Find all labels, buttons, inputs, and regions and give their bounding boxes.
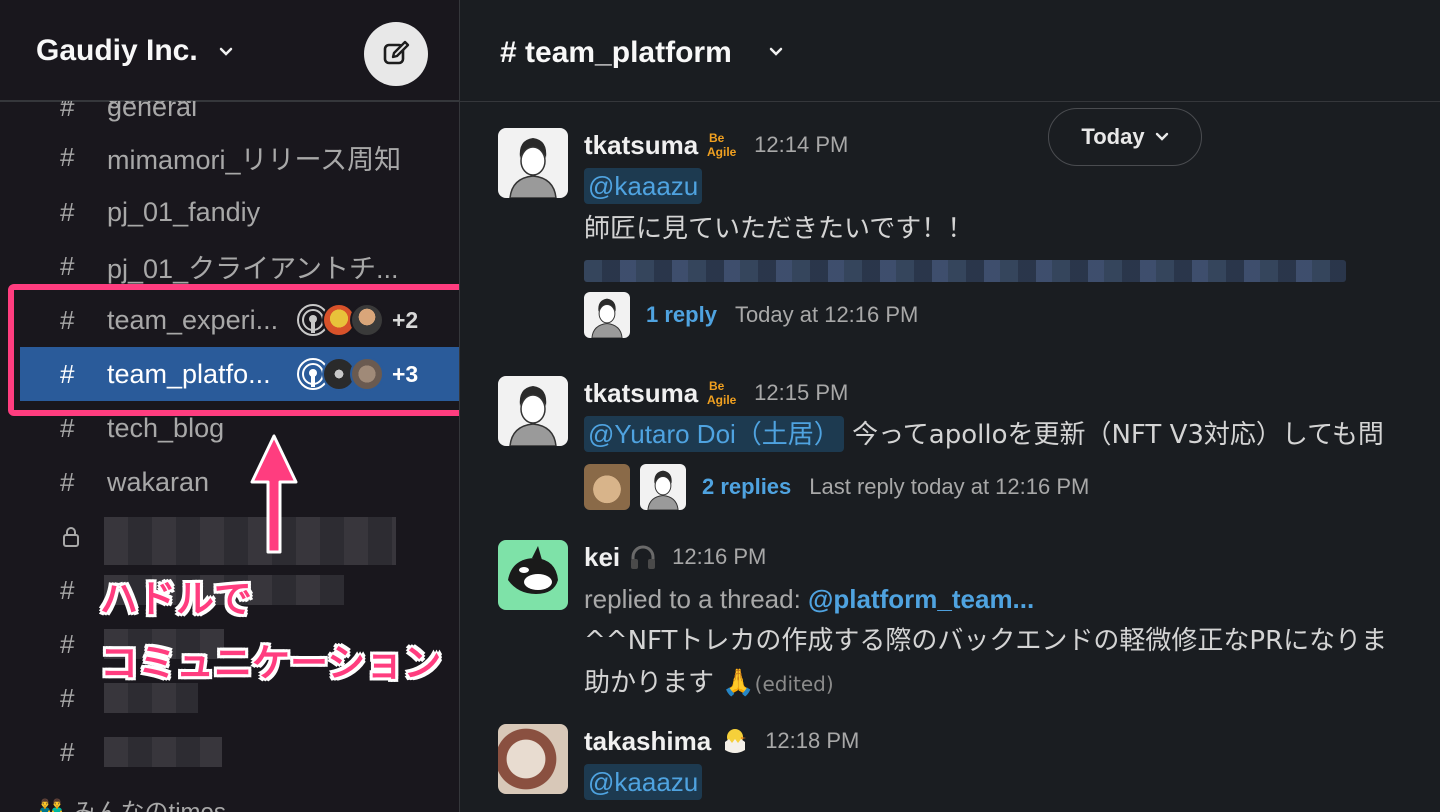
edited-label: (edited) bbox=[754, 672, 834, 696]
hash-icon: # bbox=[60, 101, 74, 110]
message-text: ^^NFTトレカの作成する際のバックエンドの軽微修正なPRになりま bbox=[584, 626, 1388, 656]
section-label: みんなのtimes bbox=[73, 799, 226, 812]
hatching-chick-icon bbox=[719, 726, 751, 756]
sidebar-channel-private-redacted[interactable] bbox=[0, 509, 459, 565]
avatar[interactable] bbox=[498, 376, 568, 446]
sidebar-header-overlay: Gaudiy Inc. bbox=[0, 0, 459, 101]
message-author[interactable]: tkatsuma bbox=[584, 130, 698, 161]
channel-label: wakaran bbox=[107, 466, 210, 497]
message: kei 12:16 PM replied to a thread: @platf… bbox=[498, 540, 1440, 710]
user-illustration-icon bbox=[509, 138, 557, 198]
message-author[interactable]: takashima bbox=[584, 726, 711, 757]
lock-icon bbox=[63, 527, 79, 547]
redacted-channel-name bbox=[104, 737, 222, 767]
sidebar-section-times[interactable]: 👬 みんなのtimes bbox=[36, 792, 226, 812]
annotation-highlight-box bbox=[8, 284, 459, 416]
reply-count-link[interactable]: 2 replies bbox=[702, 474, 791, 500]
avatar[interactable] bbox=[498, 540, 568, 610]
compose-icon bbox=[383, 40, 410, 65]
chevron-down-icon[interactable] bbox=[218, 46, 234, 58]
sidebar-channel-general-visible[interactable]: # general bbox=[0, 101, 459, 121]
avatar[interactable] bbox=[498, 724, 568, 794]
thread-link[interactable]: @platform_team... bbox=[808, 584, 1034, 614]
channel-view: # team_platform Today tkatsuma BeAgile bbox=[460, 0, 1440, 812]
sidebar-channel-redacted[interactable]: # bbox=[0, 725, 459, 779]
sidebar-channel-wakaran[interactable]: # wakaran bbox=[0, 455, 459, 509]
redacted-link[interactable] bbox=[584, 260, 1346, 282]
svg-text:Be: Be bbox=[709, 379, 725, 393]
message-author[interactable]: tkatsuma bbox=[584, 378, 698, 409]
message: tkatsuma Be Agile 12:15 PM @Yutaro Doi（土居… bbox=[498, 376, 1440, 516]
channel-label: mimamori_リリース周知 bbox=[107, 144, 402, 175]
redacted-channel-name bbox=[104, 683, 198, 713]
svg-text:Agile: Agile bbox=[707, 145, 737, 159]
channel-label: pj_01_fandiy bbox=[107, 196, 261, 227]
sidebar: Gaudiy Inc. # general Gaudiy Inc. # bbox=[0, 0, 460, 812]
hash-icon: # bbox=[60, 574, 75, 605]
message: takashima 12:18 PM @kaaazu bbox=[498, 724, 1440, 812]
channel-header: # team_platform bbox=[460, 0, 1440, 102]
channel-label: general bbox=[107, 101, 197, 110]
headphones-icon bbox=[628, 543, 658, 571]
thread-reply-prefix: replied to a thread: bbox=[584, 584, 809, 614]
channel-label: tech_blog bbox=[107, 412, 225, 443]
avatar bbox=[584, 464, 630, 510]
hash-icon: # bbox=[60, 250, 75, 281]
message-timestamp[interactable]: 12:15 PM bbox=[754, 380, 848, 406]
reply-count-link[interactable]: 1 reply bbox=[646, 302, 717, 328]
be-agile-icon: Be Agile bbox=[706, 378, 740, 408]
hash-icon: # bbox=[60, 196, 75, 227]
message-timestamp[interactable]: 12:14 PM bbox=[754, 132, 848, 158]
mention-link[interactable]: @kaaazu bbox=[584, 764, 703, 800]
user-illustration-icon bbox=[509, 386, 557, 446]
mention-link[interactable]: @Yutaro Doi（土居） bbox=[584, 416, 844, 452]
pray-emoji-icon: 🙏 bbox=[714, 668, 755, 698]
message-text: 助かります bbox=[584, 668, 715, 698]
message-text: 師匠に見ていただきたいです！！ bbox=[584, 214, 974, 244]
annotation-text-line2: コミュニケーション bbox=[100, 641, 442, 685]
hash-icon: # bbox=[60, 466, 75, 497]
be-agile-icon: Be Agile bbox=[706, 130, 740, 160]
reply-meta: Today at 12:16 PM bbox=[734, 302, 919, 327]
message-timestamp[interactable]: 12:18 PM bbox=[765, 728, 859, 754]
sidebar-channel-tech-blog[interactable]: # tech_blog bbox=[0, 401, 459, 455]
arrow-up-icon bbox=[250, 434, 298, 554]
orca-icon bbox=[508, 546, 558, 594]
hash-icon: # bbox=[60, 141, 75, 172]
avatar[interactable] bbox=[498, 128, 568, 198]
thread-summary[interactable]: 1 reply Today at 12:16 PM bbox=[584, 292, 1440, 338]
svg-text:Agile: Agile bbox=[707, 393, 737, 407]
reply-meta: Last reply today at 12:16 PM bbox=[809, 474, 1090, 499]
hash-icon: # bbox=[60, 682, 75, 713]
avatar bbox=[640, 464, 686, 510]
channel-label: pj_01_クライアントチ... bbox=[107, 253, 399, 284]
hash-icon: # bbox=[60, 628, 75, 659]
channel-title[interactable]: # team_platform bbox=[500, 36, 732, 70]
sidebar-channel-mimamori[interactable]: # mimamori_リリース周知 bbox=[0, 130, 459, 184]
sidebar-channel-pj-01-fandiy[interactable]: # pj_01_fandiy bbox=[0, 185, 459, 239]
svg-text:Be: Be bbox=[709, 131, 725, 145]
people-icon: 👬 bbox=[36, 799, 73, 812]
chevron-down-icon[interactable] bbox=[768, 46, 784, 58]
workspace-name[interactable]: Gaudiy Inc. bbox=[36, 34, 198, 68]
annotation-text-line1: ハドルで bbox=[100, 577, 253, 621]
avatar bbox=[584, 292, 630, 338]
hash-icon: # bbox=[60, 412, 75, 443]
message-text: 今ってapolloを更新（NFT V3対応）しても問 bbox=[843, 420, 1384, 450]
message-timestamp[interactable]: 12:16 PM bbox=[672, 544, 766, 570]
thread-summary[interactable]: 2 replies Last reply today at 12:16 PM bbox=[584, 464, 1440, 510]
message: tkatsuma Be Agile 12:14 PM @kaaazu 師匠に見てい… bbox=[498, 128, 1440, 348]
compose-button[interactable] bbox=[364, 22, 428, 86]
message-author[interactable]: kei bbox=[584, 542, 620, 573]
hash-icon: # bbox=[60, 736, 75, 767]
mention-link[interactable]: @kaaazu bbox=[584, 168, 703, 204]
